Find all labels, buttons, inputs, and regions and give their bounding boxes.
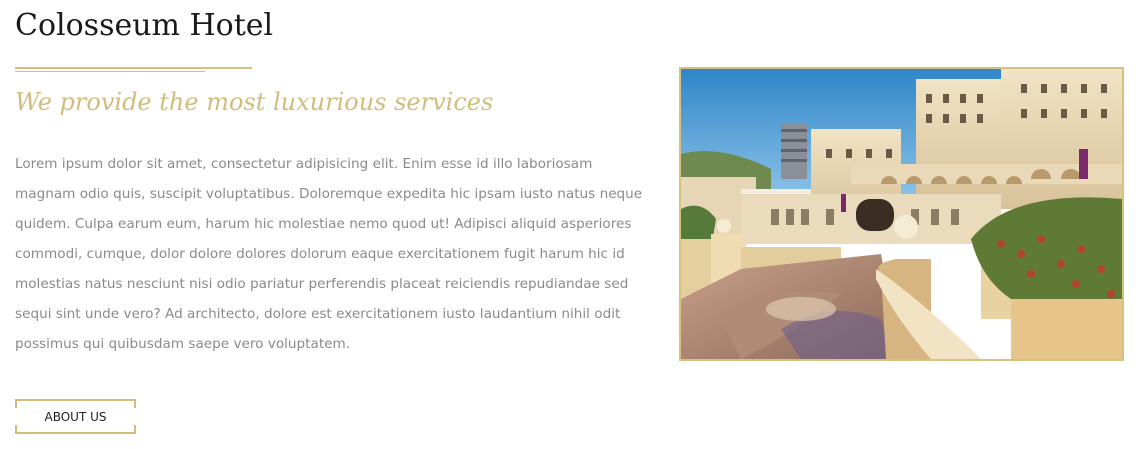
about-us-button[interactable]: ABOUT US: [15, 399, 136, 434]
page-title: Colosseum Hotel: [15, 8, 274, 43]
hotel-photo-illustration: [681, 69, 1122, 359]
tagline: We provide the most luxurious services: [15, 88, 494, 116]
title-divider-accent: [15, 71, 205, 72]
hotel-photo: [679, 67, 1124, 361]
about-us-button-label: ABOUT US: [44, 409, 107, 424]
description-text: Lorem ipsum dolor sit amet, consectetur …: [15, 156, 643, 352]
title-divider: [15, 67, 252, 69]
